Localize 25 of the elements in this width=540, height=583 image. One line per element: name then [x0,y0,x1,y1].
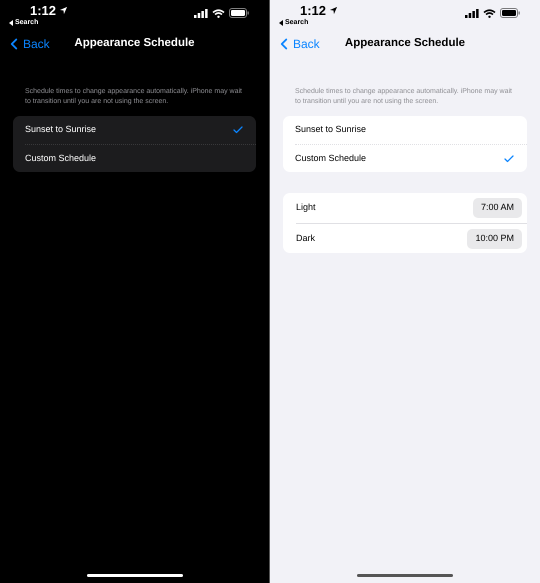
back-button[interactable]: Back [5,34,50,52]
schedule-option[interactable]: Custom Schedule [25,144,256,172]
schedule-option[interactable]: Sunset to Sunrise [25,116,256,144]
checkmark-icon [232,124,244,136]
status-time: 1:12 [30,4,56,17]
battery-icon [500,8,520,18]
screen-title: Appearance Schedule [344,36,466,51]
status-time: 1:12 [300,4,326,17]
checkmark-icon [503,152,515,164]
schedule-option[interactable]: Sunset to Sunrise [295,116,527,144]
back-triangle-icon [279,20,283,26]
signal-icon [194,8,208,18]
back-triangle-icon [9,20,13,26]
time-label: Dark [296,232,316,245]
signal-icon [465,8,479,18]
wifi-icon [212,8,225,18]
time-picker-button[interactable]: 7:00 AM [472,198,522,218]
location-arrow-icon [59,6,68,15]
wifi-icon [483,8,496,18]
battery-icon [229,8,249,18]
location-arrow-icon [329,6,338,15]
time-picker-button[interactable]: 10:00 PM [467,228,522,248]
schedule-option[interactable]: Custom Schedule [295,144,527,172]
screen-title: Appearance Schedule [74,36,195,51]
time-label: Light [296,201,316,214]
